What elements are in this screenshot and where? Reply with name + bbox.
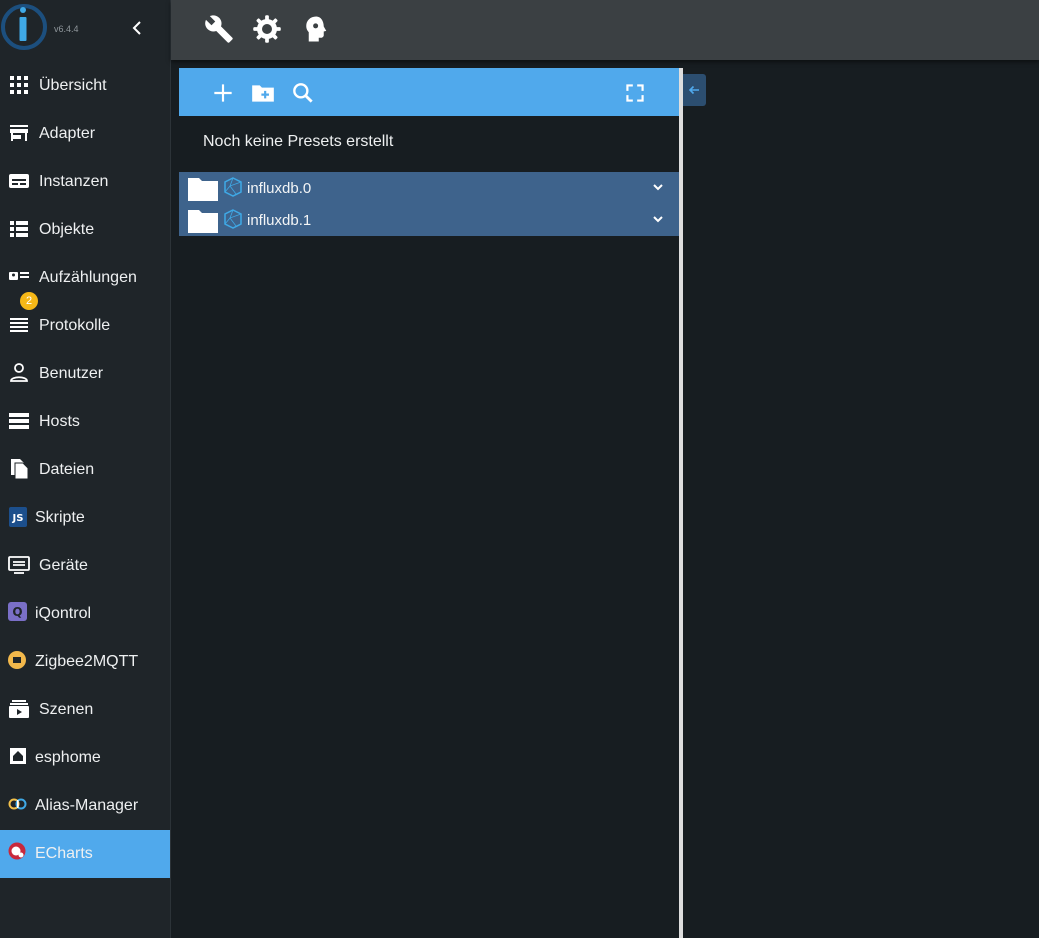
gear-icon[interactable] xyxy=(252,14,282,44)
files-icon xyxy=(11,459,29,480)
sidebar-item-label: esphome xyxy=(35,749,101,766)
apps-grid-icon xyxy=(10,76,28,94)
search-icon[interactable] xyxy=(290,80,316,106)
expert-mode-icon[interactable] xyxy=(300,14,330,44)
sidebar-item-label: Protokolle xyxy=(39,317,111,334)
notification-badge: 2 xyxy=(20,292,38,310)
sidebar-item-label: Hosts xyxy=(39,413,80,430)
sidebar-item-label: iQontrol xyxy=(35,605,92,622)
sidebar-item-szenen[interactable]: Szenen xyxy=(0,686,170,734)
folder-icon xyxy=(188,178,218,201)
sidebar-item-benutzer[interactable]: Benutzer xyxy=(0,350,170,398)
fullscreen-icon[interactable] xyxy=(622,80,648,106)
sidebar-item-label: Adapter xyxy=(39,125,96,142)
zigbee-icon xyxy=(8,651,26,669)
arrow-left-icon xyxy=(688,85,699,95)
iqontrol-icon: Q xyxy=(8,602,27,621)
panel-toolbar xyxy=(179,68,679,116)
chevron-down-icon[interactable] xyxy=(651,180,665,194)
tree-item-label: influxdb.0 xyxy=(247,180,312,197)
sidebar-item-esphome[interactable]: esphome xyxy=(0,734,170,782)
sidebar-item-label: Aufzählungen xyxy=(39,269,137,286)
sidebar-item-label: Skripte xyxy=(35,509,85,526)
sidebar-item-alias-manager[interactable]: Alias-Manager xyxy=(0,782,170,830)
svg-text:JS: JS xyxy=(12,513,24,524)
sidebar-item-uebersicht[interactable]: Übersicht xyxy=(0,62,170,110)
sidebar-item-objekte[interactable]: Objekte xyxy=(0,206,170,254)
sidebar-item-label: Szenen xyxy=(39,701,94,718)
store-icon xyxy=(10,125,28,141)
tree-row[interactable]: influxdb.1 xyxy=(179,204,679,236)
sidebar: v6.4.4 Übersicht Adapter Instanzen Objek… xyxy=(0,0,171,938)
panel-splitter[interactable] xyxy=(679,68,683,938)
folder-icon xyxy=(188,210,218,233)
tree-row[interactable]: influxdb.0 xyxy=(179,172,679,204)
influxdb-icon xyxy=(224,209,242,229)
presets-panel: Noch keine Presets erstellt influxdb.0 i… xyxy=(179,68,679,938)
sidebar-item-label: ECharts xyxy=(35,845,93,862)
sidebar-item-label: Benutzer xyxy=(39,365,104,382)
devices-icon xyxy=(8,556,30,574)
influxdb-icon xyxy=(224,177,242,197)
sidebar-item-label: Instanzen xyxy=(39,173,109,190)
svg-text:Q: Q xyxy=(12,605,22,619)
collapse-panel-button[interactable] xyxy=(683,74,706,106)
storage-icon xyxy=(9,413,29,429)
chevron-down-icon[interactable] xyxy=(651,212,665,226)
sidebar-item-label: Übersicht xyxy=(39,77,107,94)
sidebar-item-echarts[interactable]: ECharts xyxy=(0,830,170,878)
sidebar-item-label: Zigbee2MQTT xyxy=(35,653,139,670)
add-folder-icon[interactable] xyxy=(250,80,276,106)
sidebar-item-label: Dateien xyxy=(39,461,95,478)
top-toolbar xyxy=(171,0,1039,60)
sidebar-item-geraete[interactable]: Geräte xyxy=(0,542,170,590)
logo-area: v6.4.4 xyxy=(0,0,170,60)
wrench-icon[interactable] xyxy=(204,14,234,44)
sidebar-item-zigbee2mqtt[interactable]: Zigbee2MQTT xyxy=(0,638,170,686)
sidebar-item-hosts[interactable]: Hosts xyxy=(0,398,170,446)
chevron-left-icon[interactable] xyxy=(128,18,148,38)
user-icon xyxy=(10,363,28,382)
instances-icon xyxy=(9,174,29,188)
sidebar-item-dateien[interactable]: Dateien xyxy=(0,446,170,494)
sidebar-item-instanzen[interactable]: Instanzen xyxy=(0,158,170,206)
sidebar-item-adapter[interactable]: Adapter xyxy=(0,110,170,158)
instance-tree: influxdb.0 influxdb.1 xyxy=(179,172,679,236)
sidebar-item-skripte[interactable]: JS Skripte xyxy=(0,494,170,542)
sidebar-item-iqontrol[interactable]: Q iQontrol xyxy=(0,590,170,638)
tree-item-label: influxdb.1 xyxy=(247,212,312,229)
iobroker-logo xyxy=(1,4,47,50)
version-label: v6.4.4 xyxy=(54,24,79,34)
javascript-icon: JS xyxy=(9,507,27,527)
echarts-icon xyxy=(8,842,26,860)
sidebar-item-label: Objekte xyxy=(39,221,95,238)
sidebar-item-protokolle[interactable]: 2 Protokolle xyxy=(0,292,170,350)
sidebar-nav: Übersicht Adapter Instanzen Objekte Aufz… xyxy=(0,62,170,878)
empty-presets-message: Noch keine Presets erstellt xyxy=(203,133,394,150)
enum-icon xyxy=(9,272,29,280)
scenes-icon xyxy=(9,700,29,718)
add-icon[interactable] xyxy=(210,80,236,106)
log-icon xyxy=(10,318,28,332)
sidebar-item-label: Alias-Manager xyxy=(35,797,139,814)
esphome-icon xyxy=(10,748,26,764)
list-icon xyxy=(10,221,28,237)
alias-icon xyxy=(8,798,27,810)
sidebar-item-label: Geräte xyxy=(39,557,88,574)
